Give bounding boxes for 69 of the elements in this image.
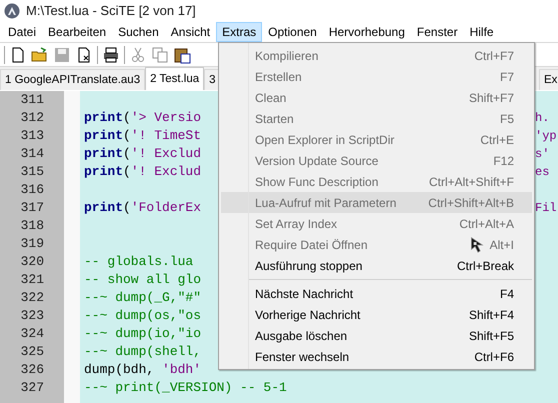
code-text: -- show all glo [84,271,202,289]
code-text: 'bdh' [162,361,202,379]
line-number: 315 [20,163,45,181]
code-text: 'FolderEx [130,199,202,217]
code-text: print [84,109,124,127]
code-text: '! Exclud [130,145,202,163]
line-number: 314 [20,145,45,163]
code-text: ( [123,145,131,163]
menu-item[interactable]: Hervorhebung [322,22,411,42]
app-logo-icon [4,3,20,19]
code-text: print [84,163,124,181]
menu-item[interactable]: Datei [2,22,42,42]
code-text: --~ dump(shell, [84,343,202,361]
code-text: --~ dump(io,"io [84,325,202,343]
code-text: '> Versio [130,109,202,127]
code-text: ( [123,109,131,127]
mouse-cursor-icon [470,236,486,254]
code-text: s' [535,146,550,163]
menu-item[interactable]: Fenster [410,22,464,42]
code-text: --~ dump(_G,"#" [84,289,202,307]
line-number: 317 [20,199,45,217]
code-text: print [84,199,124,217]
printer-icon[interactable] [102,46,120,64]
code-text: --~ dump(os,"os [84,307,202,325]
menu-item[interactable]: Suchen [112,22,165,42]
line-number: 316 [20,181,45,199]
clipboard-icon[interactable] [173,46,191,64]
menu-option[interactable]: Fenster wechseln Ctrl+F6 [221,346,532,367]
menu-item[interactable]: Optionen [262,22,323,42]
code-text: '! TimeSt [130,127,202,145]
file-tab[interactable]: 1 GoogleAPITranslate.au3 [0,69,146,90]
line-number: 324 [20,325,45,343]
menu-item[interactable]: Extras [216,22,262,42]
menu-option[interactable]: Ausgabe löschen Shift+F5 [221,325,532,346]
line-number: 321 [20,271,45,289]
code-text: print [84,127,124,145]
open-folder-icon[interactable] [31,46,49,64]
code-text: Fil [535,200,557,217]
code-text: dump(bdh, [84,361,156,379]
code-text: ( [123,199,131,217]
code-text: 'yp [535,128,557,145]
menu-option[interactable]: Vorherige Nachricht Shift+F4 [221,304,532,325]
code-text: h. [535,110,550,127]
code-text: ( [123,127,131,145]
line-number: 326 [20,361,45,379]
code-text: ( [123,163,131,181]
menu-item[interactable]: Ansicht [164,22,216,42]
code-text: -- globals.lua [84,253,194,271]
line-number: 312 [20,109,45,127]
code-text: es [535,164,550,181]
file-tab[interactable]: 2 Test.lua [145,67,204,90]
line-number: 319 [20,235,45,253]
line-number: 320 [20,253,45,271]
code-text: --~ print(_VERSION) -- 5-1 [84,379,287,397]
line-number: 327 [20,379,45,397]
line-number: 313 [20,127,45,145]
menu-option[interactable]: Ausführung stoppen Ctrl+Break [221,255,532,276]
line-number: 325 [20,343,45,361]
code-text: print [84,145,124,163]
window-title: M:\Test.lua - SciTE [2 von 17] [26,2,196,20]
code-text: '! Exclud [130,163,202,181]
line-number: 311 [20,91,45,109]
line-number: 323 [20,307,45,325]
file-tab[interactable]: Ex [539,69,558,90]
menu-item[interactable]: Bearbeiten [42,22,112,42]
menu-option[interactable]: Nächste Nachricht F4 [221,283,532,304]
line-number: 318 [20,217,45,235]
line-number: 322 [20,289,45,307]
menu-item[interactable]: Hilfe [464,22,500,42]
